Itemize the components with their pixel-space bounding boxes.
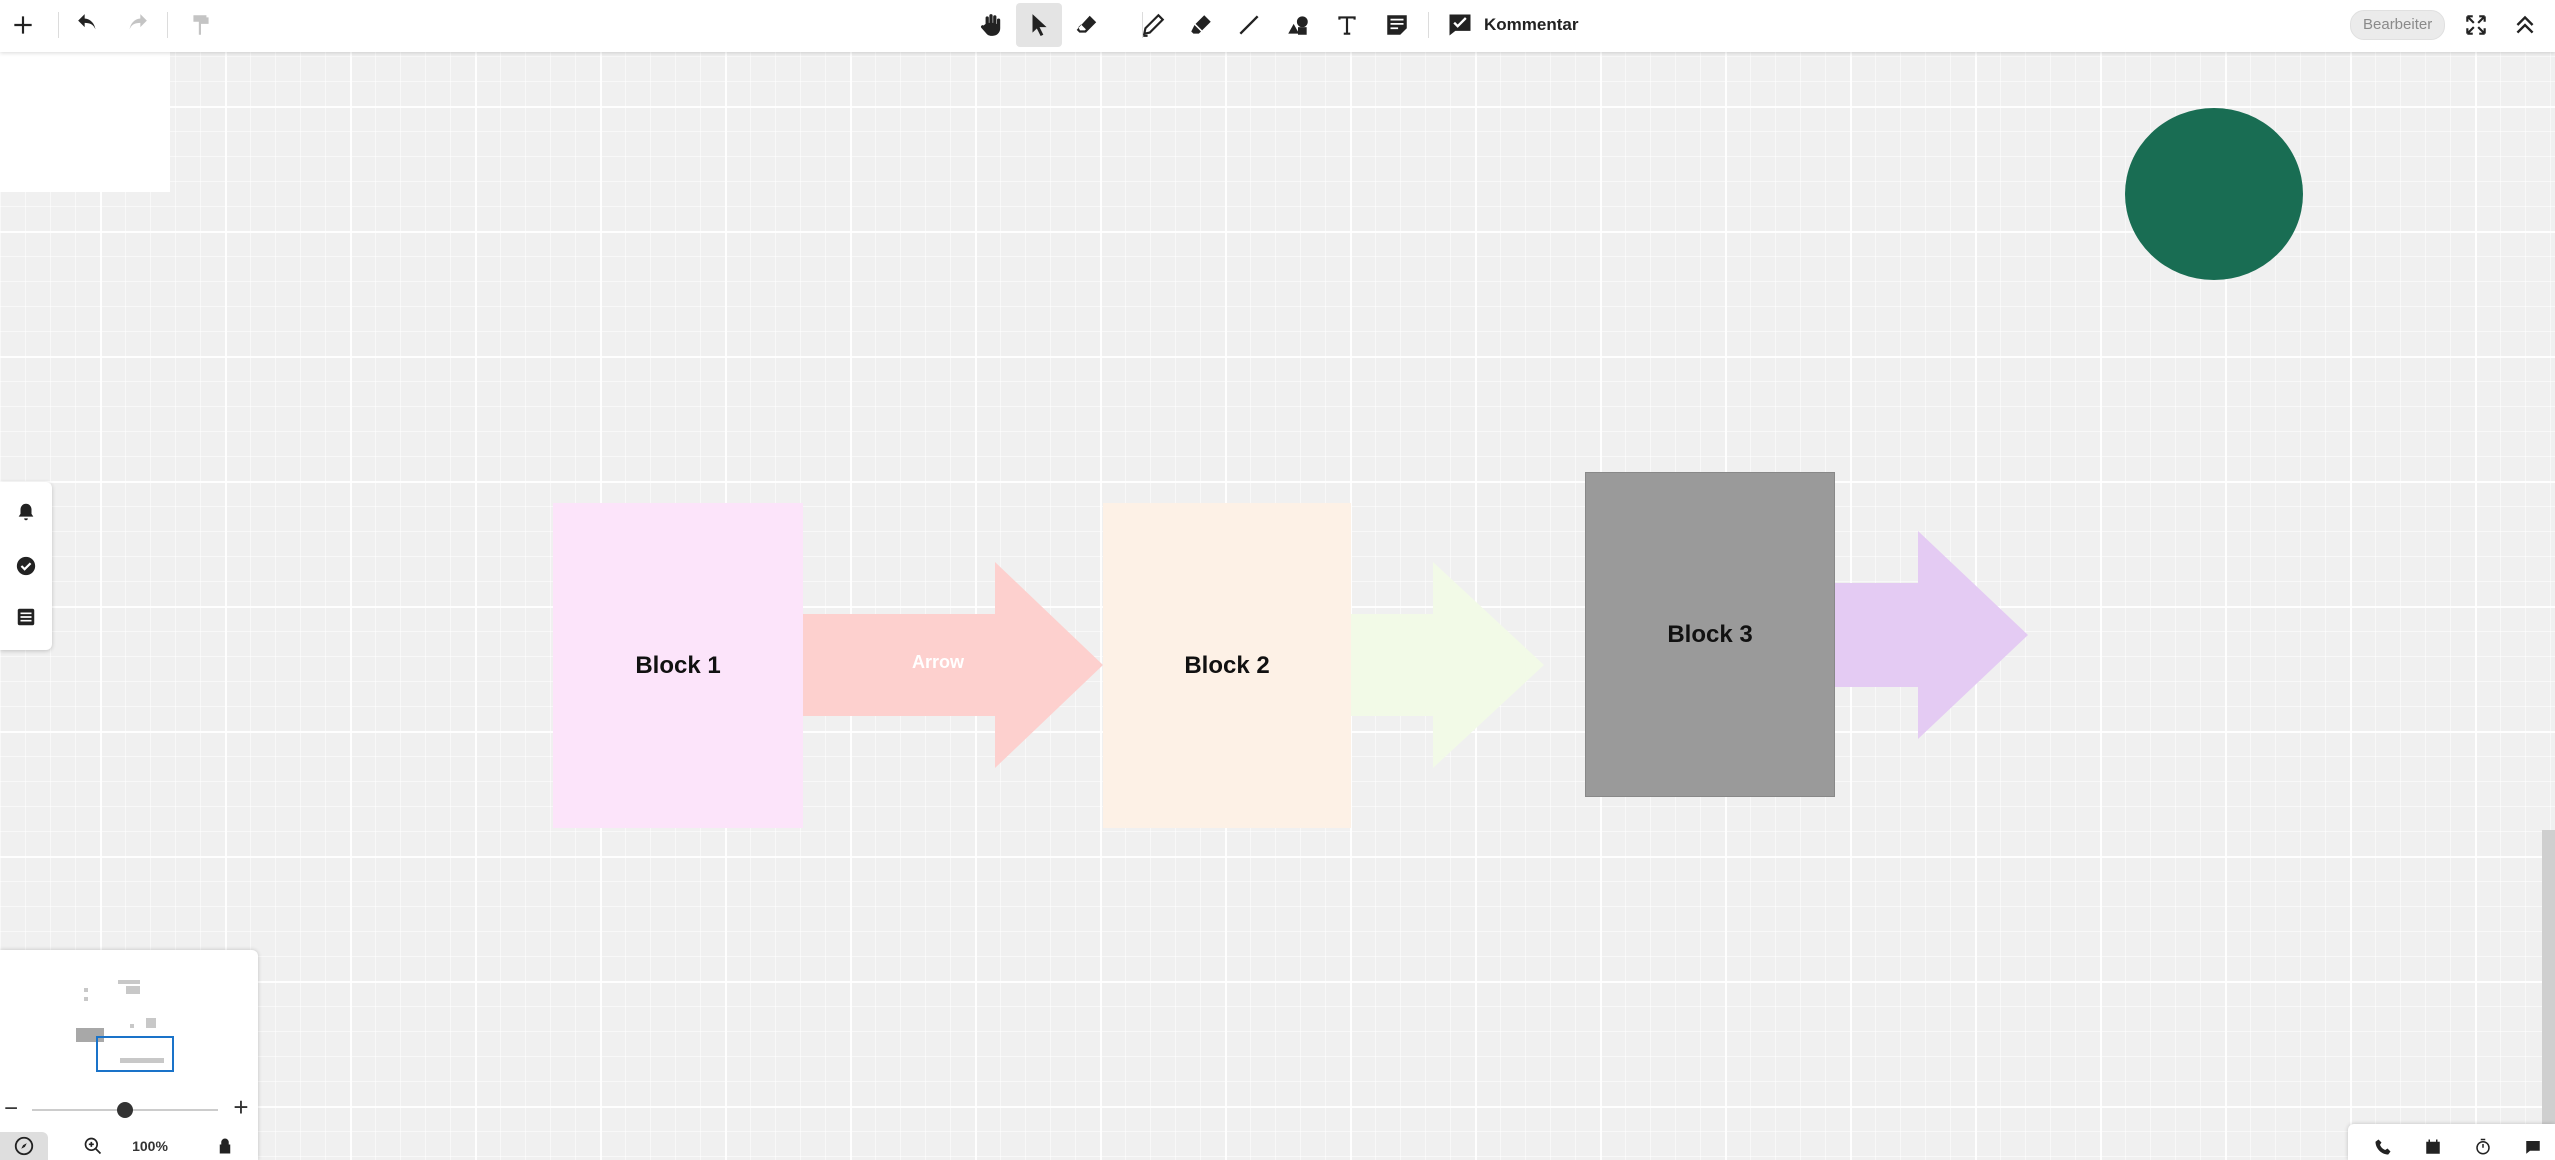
fullscreen-button[interactable] [2453, 3, 2499, 47]
fullscreen-icon [2466, 15, 2486, 35]
minimap-shape [84, 988, 88, 992]
select-tool-button[interactable] [1016, 3, 1062, 47]
redo-button[interactable] [113, 3, 159, 47]
eraser-icon [1076, 15, 1097, 33]
shapes-icon [1288, 16, 1308, 35]
vertical-scrollbar[interactable] [2542, 830, 2555, 1160]
comment-icon [1449, 14, 1471, 36]
shapes-tool-button[interactable] [1275, 3, 1321, 47]
editor-badge[interactable]: Bearbeiter [2350, 10, 2446, 40]
eraser-tool-button[interactable] [1064, 3, 1110, 47]
bell-icon [18, 503, 34, 521]
undo-icon [78, 14, 96, 30]
block-2-shape[interactable]: Block 2 [1103, 503, 1351, 828]
zoom-level[interactable]: 100% [122, 1132, 178, 1160]
chat-icon [2526, 1141, 2540, 1154]
circle-shape[interactable] [2125, 108, 2303, 280]
check-circle-icon [16, 556, 36, 576]
format-painter-button[interactable] [178, 3, 224, 47]
block-2-label: Block 2 [1184, 651, 1270, 679]
toolbar-separator [167, 12, 168, 38]
list-icon [17, 608, 35, 626]
sticky-note-icon [1387, 15, 1407, 35]
line-icon [1239, 15, 1259, 35]
sticky-note-tool-button[interactable] [1374, 3, 1420, 47]
zoom-in-button[interactable]: + [230, 1094, 252, 1120]
block-1-shape[interactable]: Block 1 [553, 503, 803, 828]
calendar-icon [2426, 1139, 2440, 1154]
navigator-toggle-button[interactable] [0, 1132, 48, 1160]
zoom-out-button[interactable]: − [0, 1096, 22, 1122]
zoom-fit-button[interactable] [76, 1132, 110, 1160]
zoom-icon [84, 1137, 102, 1155]
arrow-1-label: Arrow [911, 652, 964, 672]
marker-tool-button[interactable] [1178, 3, 1224, 47]
line-tool-button[interactable] [1226, 3, 1272, 47]
lock-icon [219, 1138, 231, 1154]
notifications-button[interactable] [8, 494, 44, 530]
white-rectangle-shape[interactable] [0, 52, 170, 192]
minimap-shape [84, 997, 88, 1001]
text-tool-button[interactable] [1324, 3, 1370, 47]
outline-button[interactable] [8, 599, 44, 635]
marker-icon [1191, 15, 1211, 34]
undo-button[interactable] [66, 3, 112, 47]
plus-icon [14, 16, 32, 34]
comment-button[interactable]: Kommentar [1438, 3, 1586, 47]
minimap-panel[interactable] [0, 950, 258, 1160]
minimap-bottom-bar: 100% [0, 1132, 258, 1160]
hand-icon [980, 14, 1001, 36]
redo-icon [129, 14, 147, 30]
hand-tool-button[interactable] [968, 3, 1014, 47]
minimap-shape [146, 1018, 156, 1028]
phone-icon [2375, 1139, 2391, 1155]
toolbar-separator [58, 12, 59, 38]
zoom-percentage: 100% [132, 1138, 168, 1154]
chat-button[interactable] [2520, 1134, 2546, 1160]
arrow-3-shape[interactable] [1835, 531, 2028, 739]
collapse-icon [2516, 15, 2534, 34]
lock-button[interactable] [210, 1132, 240, 1160]
block-3-shape[interactable]: Block 3 [1585, 472, 1835, 797]
add-button[interactable] [0, 3, 46, 47]
text-icon [1338, 16, 1356, 35]
comment-label: Kommentar [1484, 15, 1579, 34]
format-painter-icon [193, 15, 209, 35]
collapse-toolbar-button[interactable] [2502, 3, 2548, 47]
bottom-right-panel [2348, 1124, 2555, 1160]
block-1-label: Block 1 [635, 651, 721, 679]
arrow-2-shape[interactable] [1351, 562, 1544, 768]
pen-tool-button[interactable] [1130, 3, 1176, 47]
pointer-icon [1032, 14, 1047, 37]
minimap-shape [130, 1024, 134, 1028]
compass-icon [14, 1136, 34, 1156]
minimap-shape [126, 986, 140, 994]
left-side-panel [0, 482, 52, 650]
calendar-button[interactable] [2420, 1134, 2446, 1160]
call-button[interactable] [2370, 1134, 2396, 1160]
toolbar-separator [1428, 12, 1429, 38]
tasks-button[interactable] [8, 548, 44, 584]
minimap-viewport-frame[interactable] [96, 1036, 174, 1072]
block-3-label: Block 3 [1667, 620, 1753, 648]
zoom-slider-handle[interactable] [117, 1102, 133, 1118]
pen-icon [1142, 13, 1165, 37]
top-toolbar: Kommentar Bearbeiter [0, 0, 2555, 52]
timer-icon [2476, 1138, 2490, 1155]
minimap-shape [118, 980, 140, 984]
timer-button[interactable] [2470, 1134, 2496, 1160]
